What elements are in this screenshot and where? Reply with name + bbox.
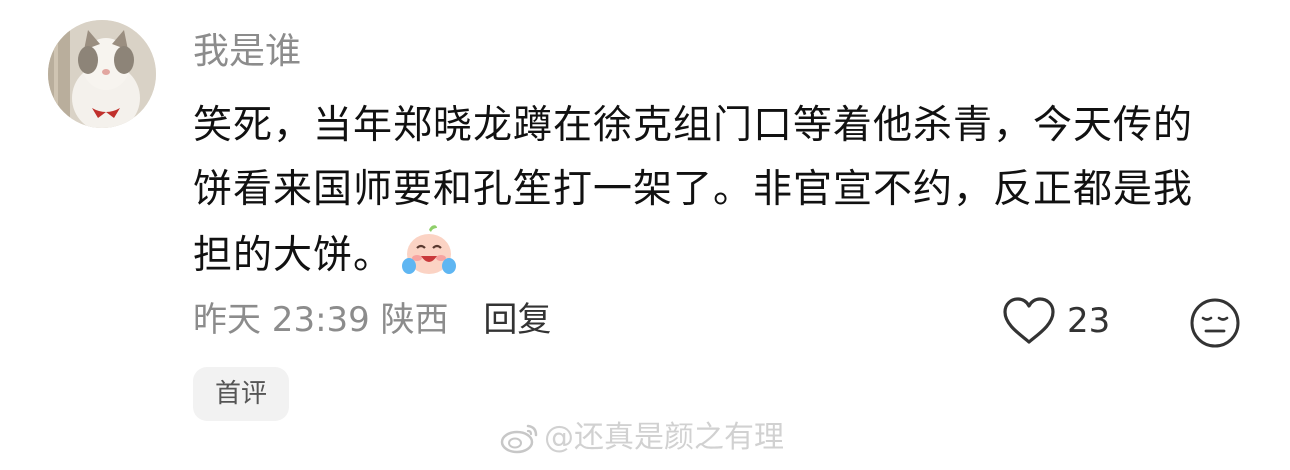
username[interactable]: 我是谁 — [193, 30, 301, 74]
reply-button[interactable]: 回复 — [483, 300, 551, 340]
comment-line: 笑死，当年郑晓龙蹲在徐克组门口等着他杀青，今天传的 — [193, 103, 1194, 148]
watermark: @还真是颜之有理 — [500, 418, 784, 458]
avatar-cat-image — [48, 20, 156, 128]
comment-location: 陕西 — [380, 300, 449, 340]
heart-outline-icon — [1003, 297, 1055, 344]
laughing-crying-emoji — [402, 225, 457, 274]
comment-line-last: 担的大饼。 — [193, 222, 1253, 286]
comment-time: 昨天 23:39 — [193, 300, 370, 340]
like-count: 23 — [1067, 301, 1111, 341]
watermark-text: @还真是颜之有理 — [544, 420, 784, 455]
avatar[interactable] — [48, 20, 156, 128]
first-comment-badge: 首评 — [193, 367, 289, 421]
comment-content: 笑死，当年郑晓龙蹲在徐克组门口等着他杀青，今天传的 饼看来国师要和孔笙打一架了。… — [193, 94, 1253, 286]
comment-meta: 昨天 23:39 陕西 回复 — [193, 298, 551, 342]
comment-line-text: 担的大饼。 — [193, 233, 394, 278]
like-button[interactable]: 23 — [1001, 296, 1110, 346]
weibo-logo-icon — [500, 424, 538, 454]
meh-face-icon[interactable] — [1189, 297, 1241, 349]
comment-line: 饼看来国师要和孔笙打一架了。非官宣不约，反正都是我 — [193, 167, 1194, 212]
comment-item: 我是谁 笑死，当年郑晓龙蹲在徐克组门口等着他杀青，今天传的 饼看来国师要和孔笙打… — [0, 0, 1290, 470]
